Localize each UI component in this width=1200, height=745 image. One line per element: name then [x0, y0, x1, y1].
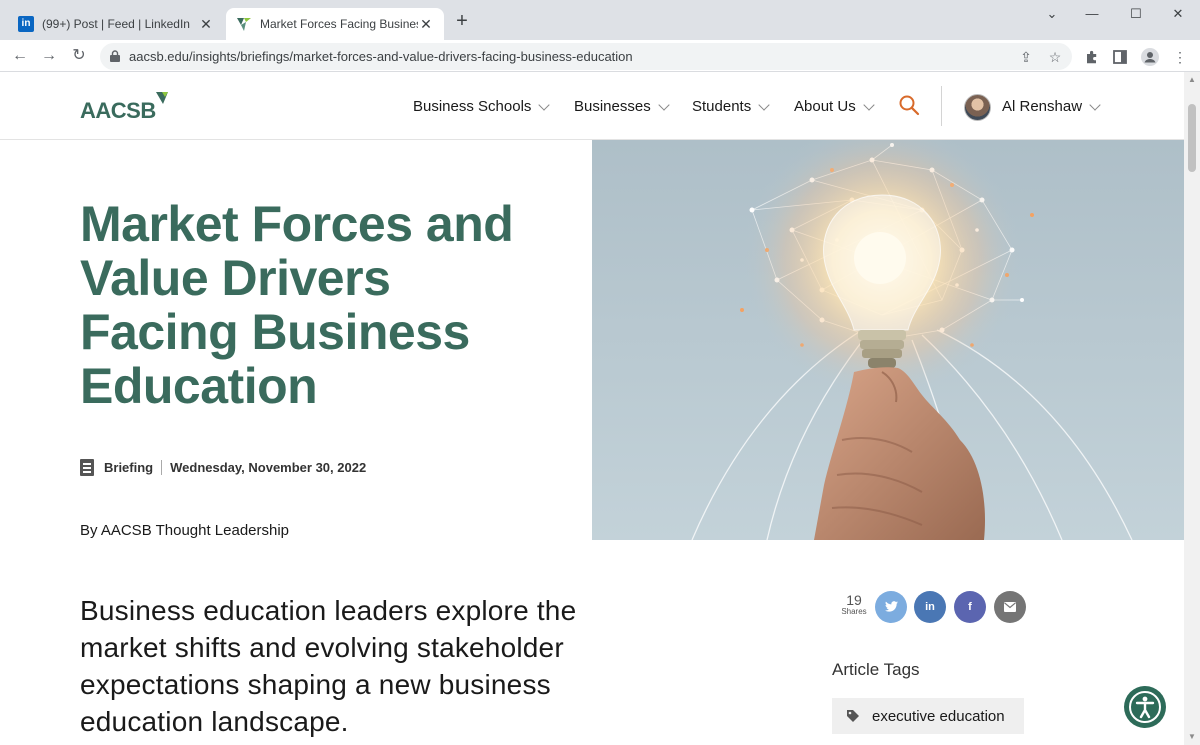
tag-icon: [847, 710, 859, 722]
hero-lightbulb-image: [592, 140, 1184, 540]
side-panel-icon[interactable]: [1110, 47, 1130, 67]
tag-label: executive education: [872, 707, 1005, 725]
browser-menu-icon[interactable]: ⋮: [1170, 47, 1190, 67]
share-twitter-button[interactable]: [875, 591, 907, 623]
share-linkedin-button[interactable]: in: [914, 591, 946, 623]
chevron-down-icon: [758, 98, 770, 111]
tab-market-forces[interactable]: Market Forces Facing Business Ed ✕: [226, 8, 444, 40]
nav-about-us[interactable]: About Us: [794, 98, 875, 115]
share-email-button[interactable]: [994, 591, 1026, 623]
extensions-puzzle-icon[interactable]: [1082, 47, 1102, 67]
logo-mark-icon: [156, 92, 168, 104]
url-text[interactable]: aacsb.edu/insights/briefings/market-forc…: [129, 49, 633, 64]
chevron-down-icon: [658, 98, 670, 111]
tab-title: (99+) Post | Feed | LinkedIn: [42, 17, 190, 31]
tab-linkedin[interactable]: in (99+) Post | Feed | LinkedIn ✕: [8, 8, 224, 40]
article-date: Wednesday, November 30, 2022: [170, 459, 367, 475]
profile-icon[interactable]: [1140, 47, 1160, 67]
page-scrollbar[interactable]: ▲ ▼: [1184, 72, 1200, 745]
linkedin-icon: in: [925, 601, 935, 613]
tab-search-chevron-icon[interactable]: ⌄: [1030, 4, 1074, 24]
article-title: Market Forces and Value Drivers Facing B…: [80, 196, 514, 414]
reload-button[interactable]: ↻: [67, 44, 91, 68]
back-button[interactable]: ←: [8, 44, 32, 68]
article-tags-heading: Article Tags: [832, 660, 920, 679]
email-icon: [1004, 602, 1016, 612]
accessibility-icon: [1129, 691, 1161, 723]
scrollbar-thumb[interactable]: [1188, 104, 1196, 172]
article-type[interactable]: Briefing: [104, 459, 163, 475]
tag-executive-education[interactable]: executive education: [832, 698, 1024, 734]
address-bar[interactable]: aacsb.edu/insights/briefings/market-forc…: [100, 43, 1072, 70]
article-lede: Business education leaders explore the m…: [80, 595, 577, 737]
tab-close-icon[interactable]: ✕: [418, 16, 434, 33]
accessibility-button[interactable]: [1124, 686, 1166, 728]
twitter-icon: [884, 601, 898, 612]
article-byline: By AACSB Thought Leadership: [80, 522, 290, 539]
user-name: Al Renshaw: [1002, 98, 1083, 115]
chevron-down-icon: [1089, 98, 1101, 111]
linkedin-favicon-icon: in: [18, 16, 34, 32]
header-divider: [941, 86, 942, 126]
chevron-down-icon: [863, 98, 875, 111]
facebook-icon: f: [968, 601, 972, 613]
share-count-label: Shares: [841, 607, 867, 616]
chevron-down-icon: [538, 98, 551, 111]
tab-close-icon[interactable]: ✕: [198, 16, 214, 33]
logo-wordmark: AACSB: [80, 98, 156, 123]
bookmark-star-icon[interactable]: ☆: [1046, 48, 1064, 66]
share-facebook-button[interactable]: f: [954, 591, 986, 623]
nav-label: About Us: [794, 98, 856, 115]
nav-businesses[interactable]: Businesses: [574, 98, 670, 115]
scroll-up-arrow-icon[interactable]: ▲: [1188, 76, 1196, 84]
tab-title: Market Forces Facing Business Ed: [260, 17, 418, 31]
document-icon: [80, 458, 94, 476]
share-page-icon[interactable]: ⇪: [1017, 48, 1035, 66]
browser-tab-strip: in (99+) Post | Feed | LinkedIn ✕ Market…: [0, 0, 1200, 40]
scroll-down-arrow-icon[interactable]: ▼: [1188, 733, 1196, 741]
user-avatar[interactable]: [964, 94, 991, 121]
nav-label: Business Schools: [413, 98, 532, 115]
window-close-button[interactable]: ✕: [1156, 4, 1200, 24]
share-count: 19 Shares: [838, 593, 870, 616]
article-meta: Briefing Wednesday, November 30, 2022: [80, 457, 366, 477]
share-count-number: 19: [846, 592, 862, 608]
user-menu[interactable]: Al Renshaw: [1002, 98, 1101, 115]
nav-label: Businesses: [574, 98, 651, 115]
nav-business-schools[interactable]: Business Schools: [413, 98, 551, 115]
browser-toolbar: ← → ↻ aacsb.edu/insights/briefings/marke…: [0, 40, 1200, 72]
web-page: AACSB Business Schools Businesses Studen…: [0, 72, 1184, 745]
nav-students[interactable]: Students: [692, 98, 770, 115]
minimize-button[interactable]: —: [1070, 4, 1114, 24]
new-tab-button[interactable]: +: [452, 11, 472, 31]
nav-label: Students: [692, 98, 752, 115]
maximize-button[interactable]: ☐: [1114, 4, 1158, 24]
site-header: AACSB Business Schools Businesses Studen…: [0, 72, 1184, 140]
search-icon[interactable]: [898, 94, 920, 116]
lock-icon: [110, 50, 120, 62]
forward-button[interactable]: →: [37, 44, 61, 68]
aacsb-favicon-icon: [237, 18, 251, 31]
